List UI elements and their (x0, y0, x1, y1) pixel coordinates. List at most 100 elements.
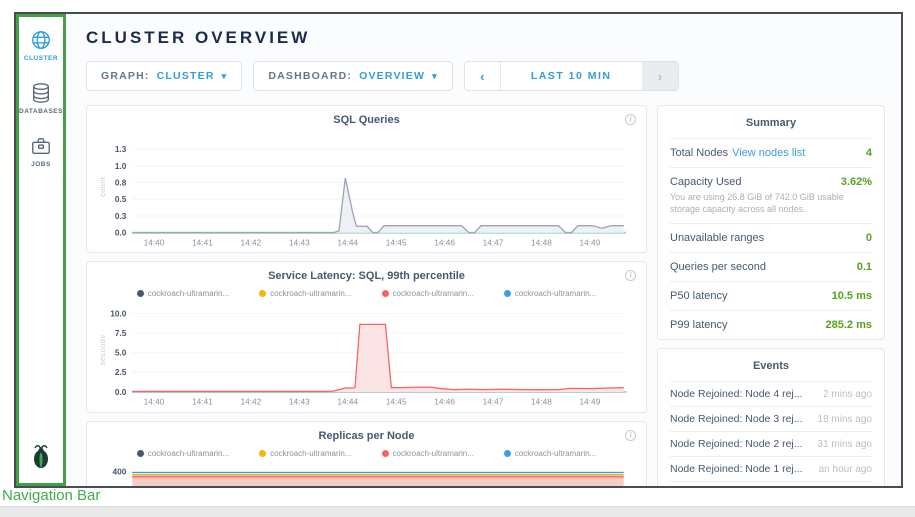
graph-dropdown-value: CLUSTER (157, 70, 215, 82)
svg-text:14:49: 14:49 (579, 237, 600, 247)
svg-text:10.0: 10.0 (110, 309, 127, 319)
event-row[interactable]: Node Rejoined: Node 4 rej...an hour ago (670, 482, 872, 486)
summary-row: Queries per second0.1 (670, 253, 872, 282)
summary-row-note: You are using 26.8 GiB of 742.0 GiB usab… (670, 191, 872, 215)
summary-row-value: 3.62% (841, 176, 872, 188)
summary-row: P50 latency10.5 ms (670, 282, 872, 311)
svg-text:14:41: 14:41 (192, 397, 213, 407)
summary-title: Summary (670, 106, 872, 139)
sidebar-item-jobs[interactable]: JOBS (30, 135, 52, 168)
legend-item[interactable]: cockroach-ultramarin... (504, 289, 596, 298)
svg-text:14:46: 14:46 (434, 237, 455, 247)
svg-text:0.0: 0.0 (115, 228, 127, 238)
svg-text:14:40: 14:40 (144, 397, 165, 407)
replicas-per-node-chart[interactable]: 400 (97, 460, 636, 486)
view-nodes-list-link[interactable]: View nodes list (732, 147, 805, 159)
summary-row: Unavailable ranges 0 (670, 224, 872, 253)
sql-queries-chart[interactable]: 0.00.30.50.81.01.314:4014:4114:4214:4314… (97, 131, 636, 250)
summary-row-value: 10.5 ms (832, 290, 872, 302)
event-text: Node Rejoined: Node 1 rej... (670, 463, 803, 475)
legend-item[interactable]: cockroach-ultramarin... (382, 289, 474, 298)
svg-text:seconds: seconds (98, 335, 107, 366)
legend-item[interactable]: cockroach-ultramarin... (382, 449, 474, 458)
chart-title: SQL Queries (333, 114, 399, 126)
info-icon[interactable]: i (625, 430, 636, 441)
time-range-button[interactable]: LAST 10 MIN (501, 62, 642, 90)
event-timestamp: 2 mins ago (823, 389, 872, 400)
svg-text:0.0: 0.0 (115, 387, 127, 397)
time-prev-button[interactable]: ‹ (465, 62, 501, 90)
cockroachdb-logo-icon[interactable] (29, 442, 53, 475)
legend-item[interactable]: cockroach-ultramarin... (137, 449, 229, 458)
svg-text:5.0: 5.0 (115, 348, 127, 358)
svg-text:14:42: 14:42 (241, 237, 262, 247)
event-text: Node Rejoined: Node 4 rej... (670, 388, 803, 400)
info-icon[interactable]: i (625, 270, 636, 281)
legend-dot-icon (504, 290, 511, 297)
briefcase-icon (30, 135, 52, 157)
summary-row-label: Capacity Used (670, 176, 742, 188)
dashboard-dropdown[interactable]: DASHBOARD: OVERVIEW ▾ (253, 61, 452, 91)
summary-row: Capacity Used 3.62% You are using 26.8 GiB… (670, 168, 872, 224)
svg-text:14:43: 14:43 (289, 237, 310, 247)
summary-panel: Summary Total NodesView nodes list4Capac… (657, 105, 885, 340)
legend-label: cockroach-ultramarin... (270, 289, 351, 298)
svg-text:400: 400 (113, 467, 127, 477)
chevron-down-icon: ▾ (222, 71, 228, 82)
event-row[interactable]: Node Rejoined: Node 2 rej...31 mins ago (670, 432, 872, 457)
legend-dot-icon (504, 450, 511, 457)
event-row[interactable]: Node Rejoined: Node 3 rej... 18 mins ago (670, 407, 872, 432)
svg-text:14:45: 14:45 (386, 237, 407, 247)
event-timestamp: an hour ago (819, 464, 872, 475)
events-rows: Node Rejoined: Node 4 rej...2 mins agoNo… (670, 382, 872, 486)
chart-title: Service Latency: SQL, 99th percentile (268, 270, 465, 282)
graph-dropdown[interactable]: GRAPH: CLUSTER ▾ (86, 61, 242, 91)
legend-item[interactable]: cockroach-ultramarin... (137, 289, 229, 298)
annotation-caption: Navigation Bar (2, 487, 100, 504)
legend-label: cockroach-ultramarin... (515, 449, 596, 458)
svg-text:7.5: 7.5 (115, 328, 127, 338)
info-icon[interactable]: i (625, 114, 636, 125)
legend-label: cockroach-ultramarin... (515, 289, 596, 298)
event-timestamp: 18 mins ago (818, 414, 872, 425)
screenshot-stage: CLUSTER DATABASES (0, 0, 915, 517)
dashboard-dropdown-value: OVERVIEW (359, 70, 425, 82)
chart-legend: cockroach-ultramarin... cockroach-ultrama… (97, 289, 636, 298)
legend-label: cockroach-ultramarin... (270, 449, 351, 458)
legend-dot-icon (259, 290, 266, 297)
svg-text:14:40: 14:40 (144, 237, 165, 247)
dashboard-layout: SQL Queries i 0.00.30.50.81.01.314:4014:… (86, 105, 885, 486)
event-timestamp: 31 mins ago (818, 439, 872, 450)
summary-row-label: Unavailable ranges (670, 232, 764, 244)
graph-dropdown-label: GRAPH: (101, 70, 150, 82)
sidebar-item-cluster[interactable]: CLUSTER (24, 29, 58, 62)
sidebar-item-label: DATABASES (19, 108, 63, 115)
svg-text:14:41: 14:41 (192, 237, 213, 247)
event-text: Node Rejoined: Node 3 rej... (670, 413, 803, 425)
svg-text:0.5: 0.5 (115, 194, 127, 204)
svg-text:14:46: 14:46 (434, 397, 455, 407)
controls-row: GRAPH: CLUSTER ▾ DASHBOARD: OVERVIEW ▾ ‹… (86, 61, 885, 91)
legend-item[interactable]: cockroach-ultramarin... (259, 289, 351, 298)
legend-label: cockroach-ultramarin... (148, 449, 229, 458)
chart-legend: cockroach-ultramarin... cockroach-ultrama… (97, 449, 636, 458)
legend-dot-icon (259, 450, 266, 457)
svg-text:14:47: 14:47 (483, 397, 504, 407)
svg-text:14:47: 14:47 (483, 237, 504, 247)
legend-item[interactable]: cockroach-ultramarin... (259, 449, 351, 458)
event-row[interactable]: Node Rejoined: Node 4 rej... 2 mins ago (670, 382, 872, 407)
dashboard-dropdown-label: DASHBOARD: (268, 70, 352, 82)
main-content: CLUSTER OVERVIEW GRAPH: CLUSTER ▾ DASHBO… (66, 14, 901, 486)
summary-row-value: 0 (866, 232, 872, 244)
app-window: CLUSTER DATABASES (14, 12, 903, 488)
svg-text:0.3: 0.3 (115, 211, 127, 221)
svg-text:14:44: 14:44 (337, 397, 358, 407)
legend-label: cockroach-ultramarin... (393, 449, 474, 458)
svg-text:0.8: 0.8 (115, 178, 127, 188)
legend-item[interactable]: cockroach-ultramarin... (504, 449, 596, 458)
sidebar-item-databases[interactable]: DATABASES (19, 82, 63, 115)
svg-text:1.3: 1.3 (115, 144, 127, 154)
time-window-selector: ‹ LAST 10 MIN › (464, 61, 679, 91)
event-row[interactable]: Node Rejoined: Node 1 rej... an hour ago (670, 457, 872, 482)
service-latency-chart[interactable]: 0.02.55.07.510.014:4014:4114:4214:4314:4… (97, 300, 636, 410)
